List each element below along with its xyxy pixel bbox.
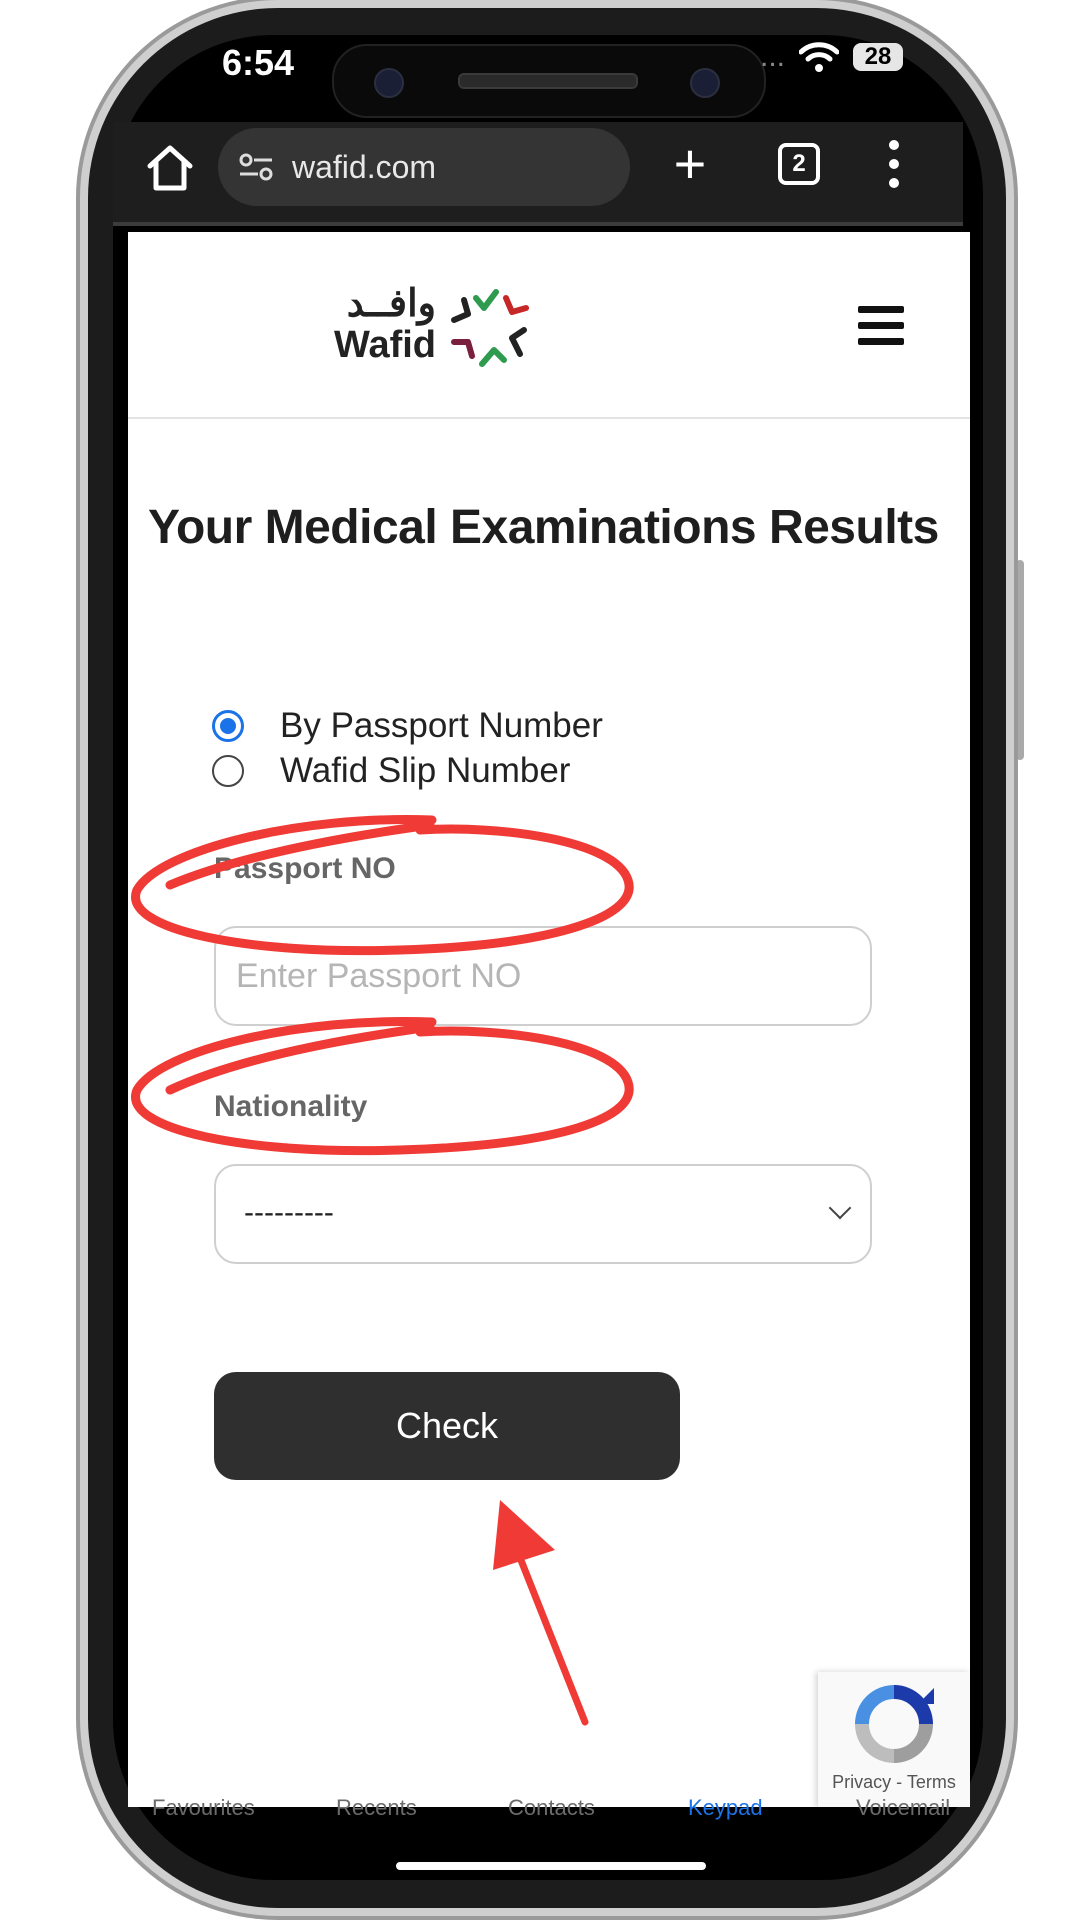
radio-option-passport[interactable]: By Passport Number: [212, 706, 603, 746]
sensor-icon: [690, 68, 720, 98]
volume-down-button: [76, 672, 84, 776]
status-indicators: ... 28: [760, 40, 904, 74]
tab-contacts: Contacts: [508, 1795, 595, 1820]
passport-no-label: Passport NO: [214, 852, 396, 885]
recaptcha-privacy-link[interactable]: Privacy: [832, 1772, 891, 1792]
radio-label-slip[interactable]: Wafid Slip Number: [280, 751, 570, 791]
earpiece-speaker: [458, 73, 638, 89]
status-overflow: ...: [760, 40, 786, 73]
new-tab-button[interactable]: +: [665, 134, 715, 194]
more-menu-icon[interactable]: [888, 140, 900, 188]
address-bar[interactable]: wafid.com: [218, 128, 630, 206]
front-camera-icon: [374, 68, 404, 98]
tab-favourites: Favourites: [152, 1795, 255, 1820]
battery-icon: 28: [853, 43, 904, 71]
wifi-icon: [799, 42, 840, 72]
nationality-selected-value: ---------: [244, 1196, 334, 1229]
volume-up-button: [76, 540, 84, 644]
power-button: [1016, 560, 1024, 760]
radio-button-unchecked[interactable]: [212, 755, 244, 787]
hamburger-menu-icon[interactable]: [858, 306, 904, 346]
status-time: 6:54: [222, 42, 295, 83]
home-indicator: [396, 1862, 706, 1870]
logo-latin: Wafid: [334, 324, 437, 366]
wafid-logo-icon[interactable]: [446, 284, 532, 370]
web-page: وافــد Wafid Your Medical Examinations R…: [128, 232, 970, 1807]
page-title: Your Medical Examinations Results: [148, 501, 939, 554]
dynamic-island: [332, 44, 766, 118]
recaptcha-badge[interactable]: Privacy - Terms: [818, 1672, 970, 1807]
tab-voicemail: Voicemail: [856, 1795, 951, 1820]
site-settings-icon[interactable]: [238, 152, 274, 182]
recaptcha-links: Privacy - Terms: [818, 1772, 970, 1793]
url-text[interactable]: wafid.com: [292, 149, 436, 186]
recaptcha-icon: [855, 1685, 934, 1763]
passport-no-input[interactable]: [214, 926, 872, 1026]
background-dialer-tabs: Favourites Recents Contacts Keypad Voice…: [128, 1795, 970, 1825]
radio-label-passport[interactable]: By Passport Number: [280, 706, 603, 746]
home-icon[interactable]: [140, 138, 200, 198]
check-button[interactable]: Check: [214, 1372, 680, 1480]
radio-option-slip[interactable]: Wafid Slip Number: [212, 751, 570, 791]
radio-button-checked[interactable]: [212, 710, 244, 742]
tab-switcher-button[interactable]: 2: [778, 143, 820, 185]
recaptcha-separator: -: [891, 1772, 907, 1792]
site-header: وافــد Wafid: [128, 232, 970, 419]
nationality-label: Nationality: [214, 1090, 368, 1123]
action-button: [76, 408, 84, 470]
logo-arabic: وافــد: [346, 283, 437, 325]
tab-recents: Recents: [336, 1795, 417, 1820]
tab-keypad: Keypad: [688, 1795, 763, 1820]
recaptcha-terms-link[interactable]: Terms: [907, 1772, 956, 1792]
logo-wordmark[interactable]: وافــد Wafid: [334, 284, 436, 366]
chevron-down-icon: [828, 1196, 852, 1220]
toolbar-divider: [113, 222, 963, 226]
nationality-select[interactable]: ---------: [214, 1164, 872, 1264]
